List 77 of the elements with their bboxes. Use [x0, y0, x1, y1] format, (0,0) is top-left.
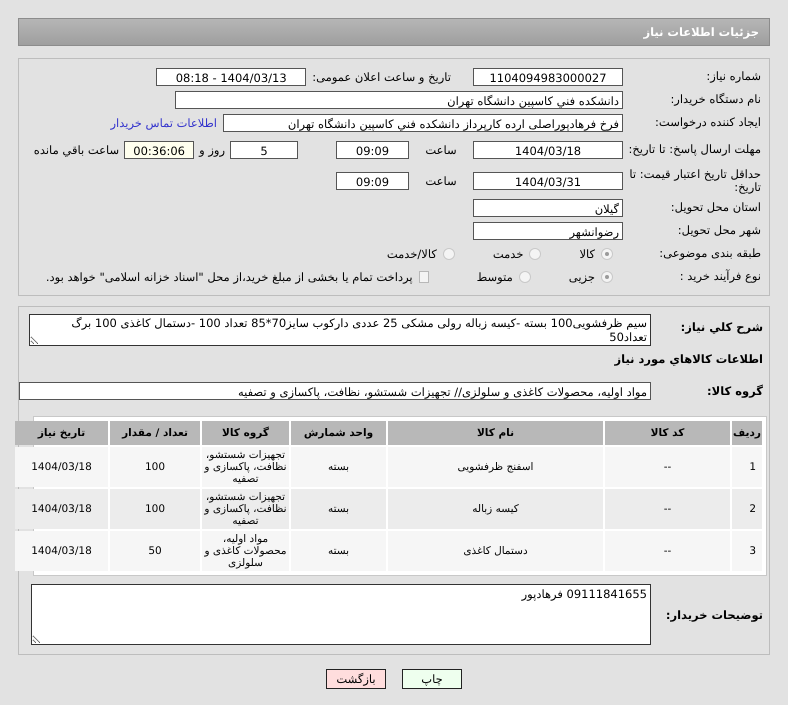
province-field: گیلان	[473, 199, 623, 217]
table-cell: دستمال کاغذی	[388, 531, 603, 571]
print-button[interactable]: چاپ	[402, 669, 462, 689]
field-label: تاریخ و ساعت اعلان عمومی:	[312, 70, 451, 84]
table-cell: --	[605, 489, 730, 529]
back-button[interactable]: بازگشت	[326, 669, 386, 689]
column-header: کد کالا	[605, 421, 730, 445]
city-field: رضوانشهر	[473, 222, 623, 240]
need-number-field: 1104094983000027	[473, 68, 623, 86]
table-cell: بسته	[291, 447, 386, 487]
column-header: ردیف	[732, 421, 762, 445]
field-label: طبقه بندی موضوعی:	[658, 247, 762, 261]
table-cell: 3	[732, 531, 762, 571]
buyer-field: دانشکده فني کاسپين دانشگاه تهران	[175, 91, 623, 109]
field-label: ساعت باقي مانده	[34, 143, 120, 157]
radio-label: کالا	[579, 247, 595, 261]
radio-button[interactable]	[601, 271, 613, 283]
field-label: شرح کلي نیاز:	[680, 319, 764, 334]
table-cell: --	[605, 531, 730, 571]
radio-label: خدمت	[492, 247, 524, 261]
deadline-date-field: 1404/03/18	[473, 141, 623, 159]
table-cell: 1404/03/18	[15, 447, 108, 487]
goods-group-field: مواد اولیه، محصولات کاغذی و سلولزی// تجهیزات شستشو، نظافت، پاکسازی و تصفیه	[19, 382, 651, 400]
remaining-time-field: 00:36:06	[124, 141, 194, 159]
table-cell: تجهیزات شستشو، نظافت، پاکسازی و تصفیه	[202, 489, 289, 529]
description-field[interactable]: سیم ظرفشویی100 بسته -کیسه زباله رولی مشکی 25 عددی دارکوب سایز70*85 تعداد 100 -دستمال کاغذی 100 برگ تعداد50	[29, 314, 651, 346]
table-cell: 100	[110, 489, 200, 529]
table-cell: اسفنج ظرفشویی	[388, 447, 603, 487]
radio-button[interactable]	[442, 248, 455, 260]
table-cell: --	[605, 447, 730, 487]
field-label: گروه کالا:	[706, 384, 764, 398]
table-cell: بسته	[291, 489, 386, 529]
table-cell: مواد اولیه، محصولات کاغذی و سلولزی	[202, 531, 289, 571]
requester-field: فرخ فرهادپوراصلی اردە کارپرداز دانشکده فني کاسپين دانشگاه تهران	[223, 114, 623, 132]
table-cell: 100	[110, 447, 200, 487]
checkbox-label: پرداخت تمام یا بخشی از مبلغ خرید،از محل "اسناد خزانه اسلامی" خواهد بود.	[46, 270, 413, 284]
table-cell: کیسه زباله	[388, 489, 603, 529]
table-cell: 1	[732, 447, 762, 487]
field-label: مهلت ارسال پاسخ: تا تاریخ:	[627, 143, 762, 157]
validity-time-field: 09:09	[336, 172, 409, 190]
field-label: ساعت	[424, 143, 458, 157]
field-label: توضیحات خریدار:	[664, 608, 764, 622]
table-cell: تجهیزات شستشو، نظافت، پاکسازی و تصفیه	[202, 447, 289, 487]
table-cell: 1404/03/18	[15, 531, 108, 571]
column-header: نام کالا	[388, 421, 603, 445]
radio-label: متوسط	[476, 270, 513, 284]
radio-label: کالا/خدمت	[386, 247, 437, 261]
column-header: تعداد / مقدار	[110, 421, 200, 445]
section-title: اطلاعات کالاهاي مورد نیاز	[613, 352, 763, 366]
column-header: گروه کالا	[202, 421, 289, 445]
field-label: ساعت	[424, 174, 458, 188]
radio-button[interactable]	[518, 271, 531, 283]
field-label: استان محل تحویل:	[670, 201, 762, 215]
page-title: جزئیات اطلاعات نیاز	[643, 25, 759, 39]
field-label: نوع فرآیند خرید :	[678, 270, 762, 284]
radio-button[interactable]	[529, 248, 542, 260]
field-label: حداقل تاریخ اعتبار قیمت: تا تاریخ:	[628, 168, 762, 194]
column-header: واحد شمارش	[291, 421, 386, 445]
field-label: نام دستگاه خریدار:	[669, 93, 762, 107]
deadline-time-field: 09:09	[336, 141, 409, 159]
radio-button[interactable]	[601, 248, 613, 260]
radio-label: جزیی	[568, 270, 595, 284]
table-cell: 2	[732, 489, 762, 529]
announce-date-field: 1404/03/13 - 08:18	[156, 68, 306, 86]
table-cell: 1404/03/18	[15, 489, 108, 529]
buyer-notes-field[interactable]: 09111841655 فرهادپور	[31, 584, 651, 645]
field-label: ایجاد کننده درخواست:	[654, 116, 762, 130]
checkbox[interactable]	[418, 271, 429, 283]
field-label: روز و	[199, 143, 225, 157]
contact-link[interactable]: اطلاعات تماس خریدار	[110, 116, 217, 130]
table-cell: 50	[110, 531, 200, 571]
validity-date-field: 1404/03/31	[473, 172, 623, 190]
field-label: شهر محل تحویل:	[676, 224, 762, 238]
field-label: شماره نیاز:	[705, 70, 762, 84]
column-header: تاریخ نیاز	[15, 421, 108, 445]
days-field: 5	[230, 141, 298, 159]
table-cell: بسته	[291, 531, 386, 571]
